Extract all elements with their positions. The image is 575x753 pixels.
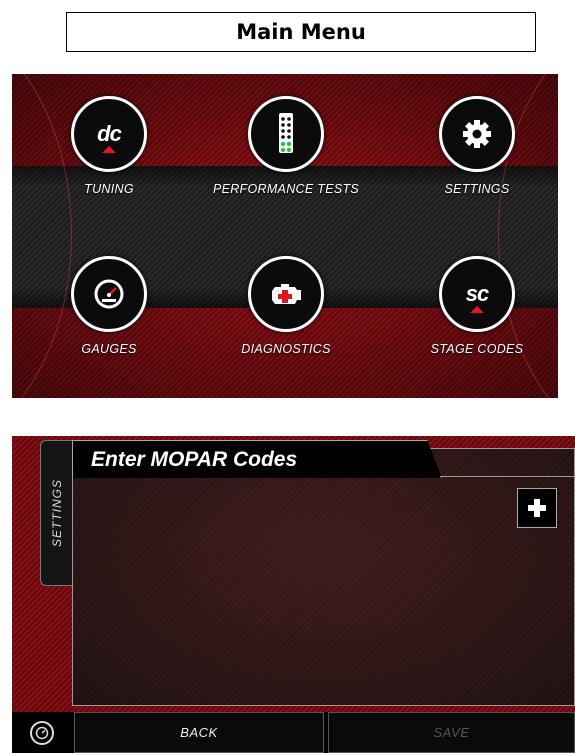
red-triangle-icon: [470, 306, 484, 313]
codes-list-area[interactable]: [72, 448, 575, 706]
dc-logo-icon: dc: [71, 96, 147, 172]
engine-icon: [248, 256, 324, 332]
menu-item-label: PERFORMANCE TESTS: [212, 182, 360, 196]
menu-item-stage-codes[interactable]: sc STAGE CODES: [407, 256, 547, 356]
add-code-button[interactable]: [517, 488, 557, 528]
menu-item-tuning[interactable]: dc TUNING: [44, 96, 174, 196]
dc-logo-text: dc: [97, 121, 122, 146]
sc-logo-text: sc: [465, 281, 490, 306]
main-menu-panel: dc TUNING PERFORMANCE TESTS SETTINGS GAU…: [12, 74, 558, 398]
gear-icon: [439, 96, 515, 172]
gauge-button[interactable]: [30, 721, 54, 745]
save-button[interactable]: SAVE: [328, 712, 575, 753]
menu-item-diagnostics[interactable]: DIAGNOSTICS: [221, 256, 351, 356]
page-title-text: Main Menu: [236, 20, 366, 44]
menu-item-label: GAUGES: [81, 342, 137, 356]
red-triangle-icon: [102, 146, 116, 153]
menu-item-label: STAGE CODES: [430, 342, 524, 356]
codes-header: Enter MOPAR Codes: [72, 440, 442, 478]
menu-item-label: DIAGNOSTICS: [241, 342, 331, 356]
menu-item-performance-tests[interactable]: PERFORMANCE TESTS: [196, 96, 376, 196]
page-title: Main Menu: [66, 12, 536, 52]
speedometer-icon: [71, 256, 147, 332]
settings-side-tab[interactable]: SETTINGS: [40, 440, 72, 586]
header-divider: [440, 476, 575, 477]
drag-tree-icon: [248, 96, 324, 172]
back-button-label: BACK: [180, 725, 218, 740]
codes-panel: SETTINGS Enter MOPAR Codes BACK SAVE: [12, 436, 575, 753]
sc-logo-icon: sc: [439, 256, 515, 332]
gauge-icon: [35, 726, 49, 740]
plus-icon: [528, 499, 546, 517]
codes-title: Enter MOPAR Codes: [91, 448, 298, 471]
menu-item-label: SETTINGS: [444, 182, 510, 196]
menu-item-gauges[interactable]: GAUGES: [44, 256, 174, 356]
save-button-label: SAVE: [433, 725, 470, 740]
menu-item-label: TUNING: [84, 182, 134, 196]
menu-item-settings[interactable]: SETTINGS: [412, 96, 542, 196]
settings-side-tab-label: SETTINGS: [49, 478, 64, 548]
back-button[interactable]: BACK: [74, 712, 324, 753]
